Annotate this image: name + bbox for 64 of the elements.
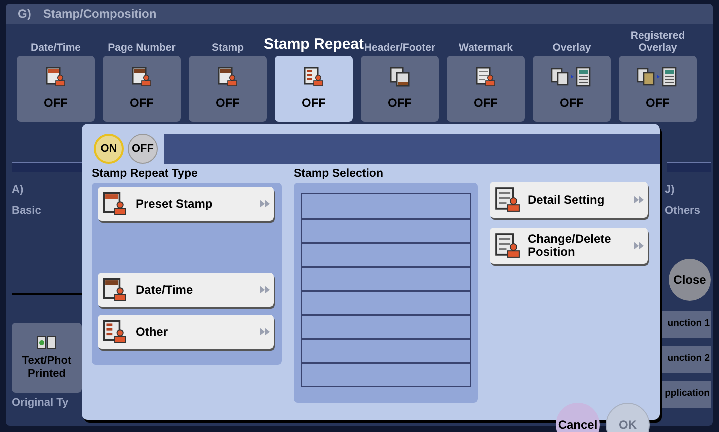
category-index: J): [664, 183, 675, 198]
tile-status: OFF: [388, 95, 412, 112]
function-tile[interactable]: OFF: [619, 56, 697, 122]
stamp-type-button[interactable]: Date/Time: [98, 273, 274, 308]
tile-value: Printed: [28, 368, 66, 381]
function-tile[interactable]: OFF: [103, 56, 181, 122]
setting-button[interactable]: Change/Delete Position: [490, 228, 648, 264]
function-tile[interactable]: OFF: [361, 56, 439, 122]
category-index: A): [12, 183, 25, 198]
function-tile[interactable]: OFF: [17, 56, 95, 122]
category-label: Basic: [12, 204, 42, 218]
tile-label: Text/Phot: [22, 355, 72, 368]
double-arrow-icon: [260, 328, 270, 336]
stamp-document-icon: [475, 66, 497, 88]
category-label: Others: [664, 204, 700, 218]
tab-label: Page Number: [107, 42, 177, 54]
tab-label: Overlay: [552, 42, 592, 54]
tile-status: OFF: [130, 95, 154, 112]
function-tile[interactable]: OFF: [189, 56, 267, 122]
double-arrow-icon: [634, 196, 644, 204]
document-list-icon: [494, 232, 522, 260]
section-title: Stamp/Composition: [43, 6, 157, 23]
tab-label: Registered Overlay: [630, 30, 686, 54]
stamp-document-icon: [131, 66, 153, 88]
close-button[interactable]: Close: [669, 259, 711, 301]
double-arrow-icon: [260, 286, 270, 294]
function-tile[interactable]: OFF: [447, 56, 525, 122]
stamp-document-icon: [45, 66, 67, 88]
toggle-button[interactable]: ON: [94, 134, 124, 164]
panel-title: Stamp Repeat Type: [92, 167, 199, 182]
stamp-document-icon: [217, 66, 239, 88]
cancel-button[interactable]: Cancel: [556, 403, 600, 432]
toggle-button[interactable]: OFF: [128, 134, 158, 164]
tile-status: OFF: [44, 95, 68, 112]
stamp-document-icon: [102, 319, 128, 346]
open-book-icon: [37, 335, 57, 351]
section-index: G): [18, 6, 32, 23]
tile-status: OFF: [474, 95, 498, 112]
tab-label: Stamp: [210, 42, 246, 54]
function-tile[interactable]: OFF: [533, 56, 611, 122]
double-arrow-icon: [260, 200, 270, 208]
stamp-document-icon: [494, 186, 522, 214]
tile-caption: Original Ty: [12, 396, 70, 411]
stamp-type-button[interactable]: Preset Stamp: [98, 187, 274, 222]
stamp-list[interactable]: [301, 193, 471, 388]
function-tile[interactable]: OFF: [275, 56, 353, 122]
tile-status: OFF: [646, 95, 670, 112]
overlapping-pages-icon: [389, 66, 411, 88]
tile-status: OFF: [560, 95, 584, 112]
category-bar: [12, 162, 82, 172]
tab-label: Date/Time: [30, 42, 82, 54]
original-type-tile[interactable]: Text/Phot Printed: [12, 323, 82, 393]
stamp-document-icon: [102, 191, 128, 218]
stamp-document-icon: [303, 66, 325, 88]
tile-status: OFF: [216, 95, 240, 112]
tile-status: OFF: [302, 95, 326, 112]
stamp-type-button[interactable]: Other: [98, 315, 274, 350]
panel-title: Stamp Selection: [294, 167, 384, 182]
tab-label: Stamp Repeat: [264, 36, 364, 54]
setting-button[interactable]: Detail Setting: [490, 182, 648, 218]
tab-label: Watermark: [458, 42, 514, 54]
tab-label: Header/Footer: [364, 42, 437, 54]
double-arrow-icon: [634, 242, 644, 250]
stamp-document-icon: [102, 277, 128, 304]
